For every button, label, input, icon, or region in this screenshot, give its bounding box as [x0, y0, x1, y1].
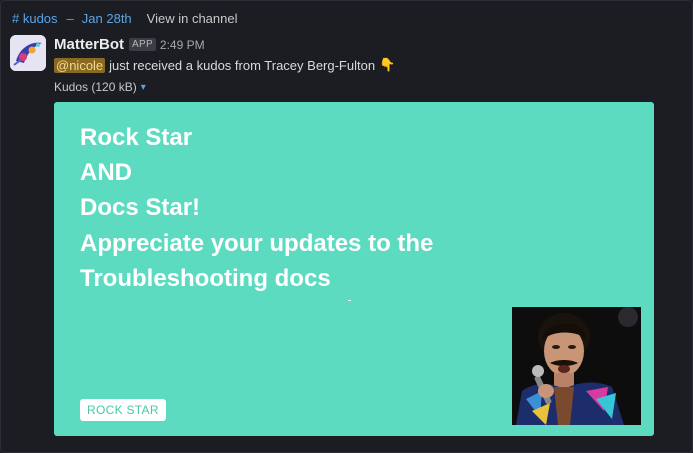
attachment-label: Kudos (120 kB)	[54, 80, 137, 94]
thread-header: # kudos – Jan 28th View in channel	[12, 11, 237, 26]
post-meta: MatterBot APP 2:49 PM	[54, 36, 205, 53]
bot-avatar[interactable]	[10, 35, 46, 71]
performer-image-icon	[512, 307, 641, 425]
username[interactable]: MatterBot	[54, 36, 124, 53]
attachment-toggle[interactable]: Kudos (120 kB) ▾	[54, 80, 146, 94]
card-line: Docs Star!	[80, 194, 201, 221]
message-text: @nicole just received a kudos from Trace…	[54, 57, 395, 73]
chevron-down-icon[interactable]: ▾	[141, 82, 146, 93]
performer-photo	[512, 307, 641, 425]
header-separator: –	[66, 11, 74, 26]
date-link[interactable]: Jan 28th	[82, 11, 132, 26]
channel-link[interactable]: # kudos	[12, 11, 58, 26]
bot-logo-icon	[10, 35, 46, 71]
kudos-card[interactable]: Rock Star AND Docs Star! Appreciate your…	[54, 102, 654, 436]
user-mention[interactable]: @nicole	[54, 57, 106, 73]
message-body: just received a kudos from Tracey Berg-F…	[109, 57, 376, 73]
timestamp[interactable]: 2:49 PM	[160, 38, 205, 52]
rock-star-badge: ROCK STAR	[80, 399, 166, 421]
decorative-mark	[348, 300, 351, 301]
card-line: Appreciate your updates to the	[80, 230, 434, 257]
card-line: AND	[80, 159, 132, 186]
card-line: Rock Star	[80, 124, 193, 151]
app-badge: APP	[129, 38, 156, 51]
view-in-channel-link[interactable]: View in channel	[147, 11, 238, 26]
card-line: Troubleshooting docs	[80, 265, 331, 292]
pointing-down-emoji-icon: 👇	[379, 57, 396, 72]
